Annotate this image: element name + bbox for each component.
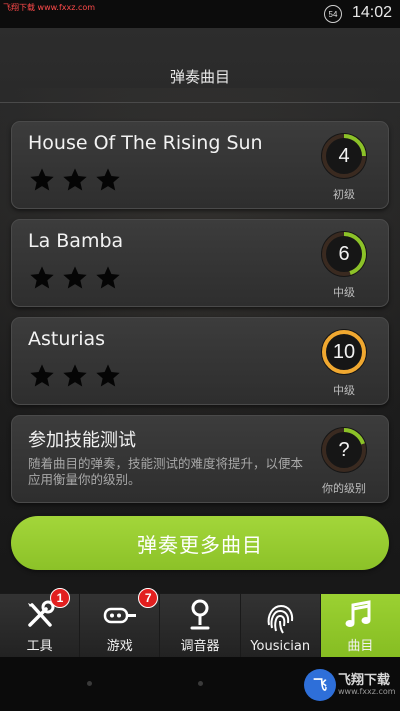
notification-badge: 1	[50, 588, 70, 608]
level-label: 中级	[333, 384, 355, 397]
watermark-logo-icon: 飞	[304, 669, 336, 701]
nav-tab-tools[interactable]: 1 工具	[0, 588, 81, 657]
level-label: 中级	[333, 286, 355, 299]
star-rating	[28, 166, 122, 194]
level-number: 6	[338, 242, 350, 265]
level-number: 4	[338, 144, 350, 167]
level-ring: 4	[320, 132, 368, 180]
back-key[interactable]	[87, 681, 92, 686]
skill-test-card[interactable]: 参加技能测试 随着曲目的弹奏，技能测试的难度将提升，以便本应用衡量你的级别。 ?…	[11, 415, 389, 503]
nav-tab-tuner[interactable]: 调音器	[160, 594, 241, 657]
nav-label: 曲目	[347, 639, 374, 654]
skill-test-description: 随着曲目的弹奏，技能测试的难度将提升，以便本应用衡量你的级别。	[28, 456, 304, 487]
nav-label: Yousician	[250, 639, 311, 654]
app-screen: 弹奏曲目 House Of The Rising Sun 4 初级 La Bam…	[0, 28, 400, 657]
nav-tab-yousician[interactable]: Yousician	[240, 594, 321, 657]
home-key[interactable]	[198, 681, 203, 686]
watermark-logo-text: 飞翔下载	[338, 673, 391, 688]
notification-badge: 7	[138, 588, 159, 608]
level-label: 你的级别	[322, 482, 366, 495]
watermark-url: www.fxxz.com	[338, 687, 396, 696]
nav-label: 工具	[26, 639, 53, 654]
level-indicator: ? 你的级别	[319, 426, 369, 496]
song-card[interactable]: Asturias 10 中级	[11, 317, 389, 405]
song-card[interactable]: La Bamba 6 中级	[11, 219, 389, 307]
system-nav-bar: 飞 飞翔下载 www.fxxz.com	[0, 657, 400, 711]
game-guitar-icon	[102, 597, 138, 633]
star-icon	[61, 264, 89, 292]
nav-label: 调音器	[180, 639, 220, 654]
star-icon	[94, 166, 122, 194]
star-rating	[28, 264, 122, 292]
level-label: 初级	[333, 188, 355, 201]
level-ring: 10	[320, 328, 368, 376]
music-notes-icon	[342, 597, 378, 633]
battery-icon: 54	[324, 5, 342, 23]
nav-tab-games[interactable]: 7 游戏	[80, 588, 161, 657]
fingerprint-icon	[262, 601, 298, 637]
song-title: Asturias	[28, 328, 106, 350]
nav-tab-songs[interactable]: 曲目	[320, 594, 400, 657]
nav-label: 游戏	[106, 639, 133, 654]
song-title: La Bamba	[28, 230, 124, 252]
star-icon	[94, 362, 122, 390]
watermark-small: 飞翔下载 www.fxxz.com	[3, 3, 96, 12]
star-icon	[94, 264, 122, 292]
level-indicator: 6 中级	[319, 230, 369, 300]
star-rating	[28, 362, 122, 390]
skill-test-title: 参加技能测试	[28, 430, 136, 451]
star-icon	[61, 166, 89, 194]
tuner-icon	[182, 597, 218, 633]
watermark-logo: 飞 飞翔下载 www.fxxz.com	[304, 665, 396, 705]
star-icon	[28, 362, 56, 390]
star-icon	[61, 362, 89, 390]
status-time: 14:02	[351, 4, 392, 21]
song-card[interactable]: House Of The Rising Sun 4 初级	[11, 121, 389, 209]
level-indicator: 10 中级	[319, 328, 369, 398]
level-indicator: 4 初级	[319, 132, 369, 202]
star-icon	[28, 264, 56, 292]
level-number: ?	[338, 438, 350, 461]
song-title: House Of The Rising Sun	[28, 132, 263, 154]
page-title: 弹奏曲目	[169, 68, 230, 86]
level-ring: ?	[320, 426, 368, 474]
level-ring: 6	[320, 230, 368, 278]
star-icon	[28, 166, 56, 194]
level-number: 10	[332, 340, 356, 363]
bottom-nav: 1 工具 7 游戏 调音器 Yousician 曲目	[0, 588, 400, 657]
title-divider	[0, 102, 400, 103]
status-bar: 飞翔下载 www.fxxz.com 54 14:02	[0, 0, 400, 28]
play-more-songs-button[interactable]: 弹奏更多曲目	[11, 516, 389, 570]
